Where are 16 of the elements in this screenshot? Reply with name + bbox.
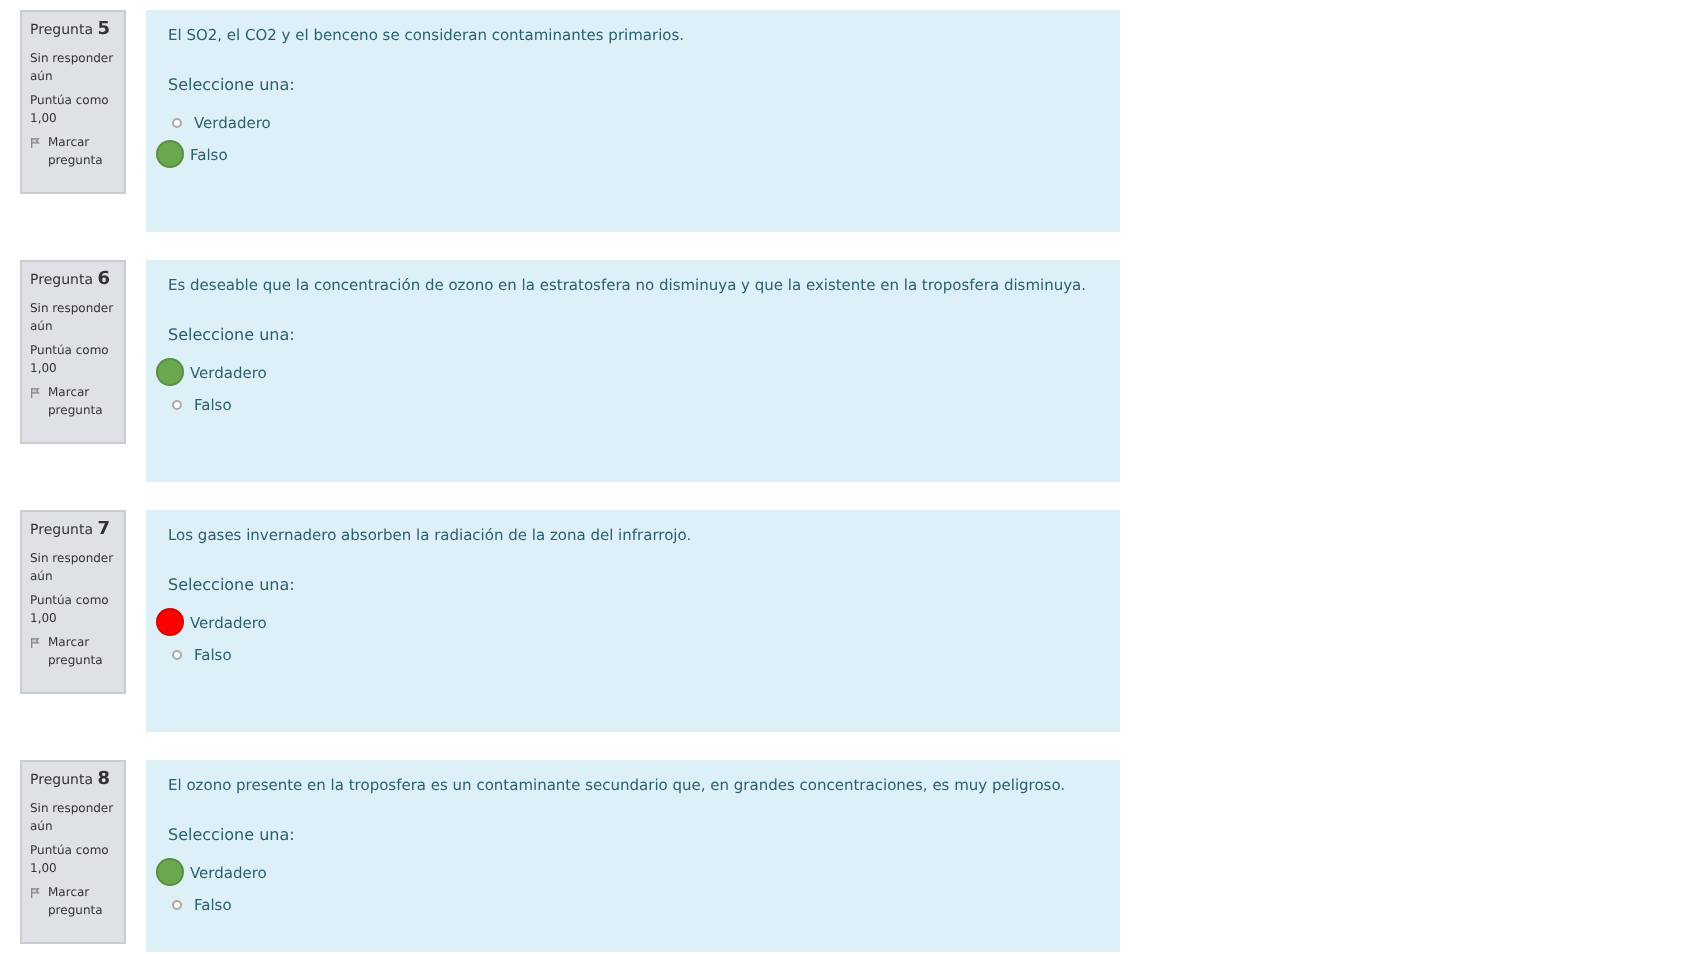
answer-prompt: Seleccione una: — [168, 574, 297, 599]
selected-answer-marker[interactable] — [156, 608, 184, 637]
answer-prompt: Seleccione una: — [168, 74, 297, 99]
selected-answer-marker[interactable] — [156, 140, 184, 169]
flag-icon[interactable] — [30, 887, 40, 897]
radio-button[interactable] — [172, 117, 182, 128]
radio-button[interactable] — [172, 649, 182, 660]
radio-button[interactable] — [172, 399, 182, 410]
answer-prompt: Seleccione una: — [168, 324, 297, 349]
flag-icon[interactable] — [30, 137, 40, 147]
selected-answer-marker[interactable] — [156, 358, 184, 387]
selected-answer-marker[interactable] — [156, 858, 184, 887]
radio-button[interactable] — [172, 899, 182, 910]
flag-icon[interactable] — [30, 637, 40, 647]
flag-icon[interactable] — [30, 387, 40, 397]
answer-prompt: Seleccione una: — [168, 824, 297, 849]
